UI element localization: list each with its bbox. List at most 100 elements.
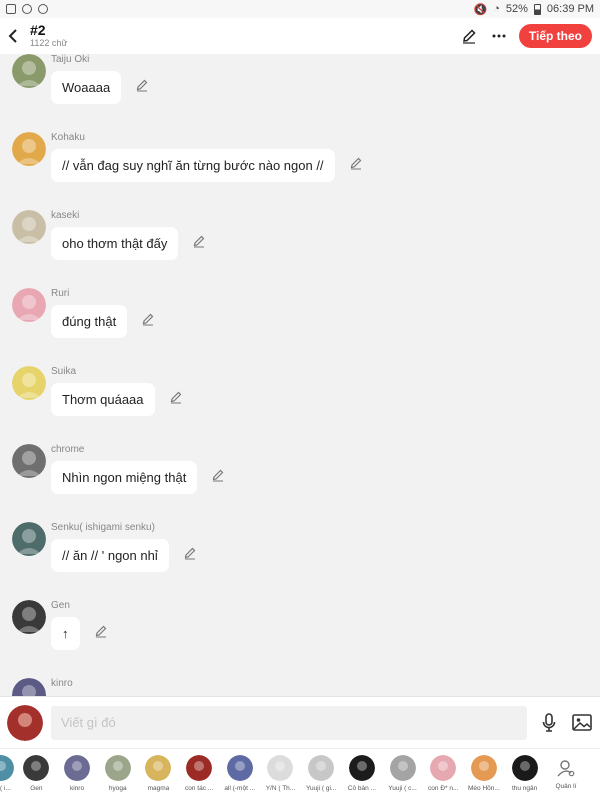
edit-message-icon[interactable] [192,234,206,248]
character-name: kinro [69,785,85,792]
character-avatar [348,755,375,781]
character-chip[interactable]: thu ngân [504,749,545,792]
message-row: Gen ↑ [12,600,572,678]
sender-name: Suika [51,366,77,377]
sender-avatar[interactable] [12,54,46,88]
message-bubble[interactable]: Thơm quáaaa [51,383,155,416]
character-strip[interactable]: ( i... Gen kinro hyoga magma con tác ... all (… [0,748,600,800]
status-icons-right: 🔇 ◔ 52% 06:39 PM [474,3,594,16]
sender-avatar[interactable] [12,288,46,322]
edit-message-icon[interactable] [141,312,155,326]
mute-icon: 🔇 [473,3,488,16]
battery-percent: 52% [505,3,528,15]
clock: 06:39 PM [546,3,594,15]
sender-name: Gen [51,600,70,611]
character-chip[interactable]: Y/N ( Th... [260,749,301,792]
image-button[interactable] [571,711,593,735]
character-avatar [308,755,335,781]
character-chip[interactable]: ( i... [0,749,16,792]
sender-avatar[interactable] [12,522,46,556]
message-input[interactable] [51,705,527,740]
edit-message-icon[interactable] [135,78,149,92]
sender-avatar[interactable] [12,444,46,478]
image-icon [572,714,592,731]
message-bubble[interactable]: // vẫn đag suy nghĩ ăn từng bước nào ngo… [51,149,335,182]
character-name: hyoga [108,785,127,792]
status-bar: 🔇 ◔ 52% 06:39 PM [0,0,600,18]
header-actions: Tiếp theo [459,24,592,48]
composer-avatar[interactable] [7,704,43,741]
character-name: Mèo Hồn... [468,785,500,792]
chat-area[interactable]: Taiju Oki Woaaaa Kohaku // vẫn đag suy nghĩ… [0,54,600,696]
character-chip[interactable]: con Đ* n... [423,749,464,792]
edit-chapter-button[interactable] [459,26,479,46]
character-chip[interactable]: all (-một ... [219,749,260,792]
character-chip[interactable]: Yuuji ( gi... [301,749,342,792]
voice-button[interactable] [539,711,559,735]
character-avatar [511,755,538,781]
message-bubble[interactable]: oho thơm thật đấy [51,227,179,260]
edit-message-icon[interactable] [211,468,225,482]
more-icon [492,34,506,38]
sender-name: kaseki [51,210,80,221]
character-chip[interactable]: Gen [16,749,57,792]
character-name: thu ngân [511,785,538,792]
sender-name: Senku( ishigami senku) [51,522,155,533]
character-name: Cô bán ... [347,785,376,792]
edit-message-icon[interactable] [169,390,183,404]
character-chip[interactable]: Yuuji ( c... [382,749,423,792]
more-button[interactable] [489,26,509,46]
character-avatar [226,755,253,781]
character-name: con tác ... [185,785,214,792]
character-avatar [267,755,294,781]
sender-avatar[interactable] [12,600,46,634]
character-name: all (-một ... [224,785,256,792]
character-chip[interactable]: kinro [57,749,98,792]
pencil-icon [462,29,476,44]
sender-name: Taiju Oki [51,54,90,65]
message-bubble[interactable]: Nhìn ngon miệng thật [51,461,198,494]
character-chip[interactable]: Cô bán ... [342,749,383,792]
character-avatar [145,755,172,781]
edit-message-icon[interactable] [94,624,108,638]
sender-avatar[interactable] [12,366,46,400]
character-avatar [0,755,14,781]
sender-name: kinro [51,678,73,689]
message-bubble[interactable]: ↑ [51,617,80,650]
message-bubble[interactable]: // ăn // ' ngon nhỉ [51,539,169,572]
app-notification-icon [22,4,32,14]
status-icons-left [6,4,48,14]
character-name: Gen [30,785,43,792]
character-name: Y/N ( Th... [265,785,296,792]
character-avatar [389,755,416,781]
character-name: ( i... [0,785,11,792]
sender-avatar[interactable] [12,132,46,166]
character-avatar [23,755,50,781]
sender-avatar[interactable] [12,210,46,244]
character-chip[interactable]: Mèo Hồn... [464,749,505,792]
message-row: chrome Nhìn ngon miệng thật [12,444,572,522]
composer-bar [0,696,600,748]
microphone-icon [542,712,556,732]
gallery-notification-icon [6,4,16,14]
message-bubble[interactable]: đúng thật [51,305,128,338]
sender-name: Ruri [51,288,70,299]
message-row: Kohaku // vẫn đag suy nghĩ ăn từng bước n… [12,132,572,210]
character-chip[interactable]: magma [138,749,179,792]
sender-name: Kohaku [51,132,85,143]
edit-message-icon[interactable] [183,546,197,560]
next-button[interactable]: Tiếp theo [518,24,592,48]
sender-avatar[interactable] [12,678,46,696]
sender-name: chrome [51,444,85,455]
message-bubble[interactable]: Woaaaa [51,71,122,104]
character-chip[interactable]: con tác ... [179,749,220,792]
back-button[interactable] [0,18,26,54]
edit-message-icon[interactable] [349,156,363,170]
character-chip[interactable]: hyoga [97,749,138,792]
message-row: kinro [12,678,572,696]
manage-characters-button[interactable]: Quản lí [549,749,583,790]
character-name: con Đ* n... [428,785,459,792]
wifi-icon: ◔ [493,3,500,15]
chevron-left-icon [8,29,17,43]
message-row: Suika Thơm quáaaa [12,366,572,444]
